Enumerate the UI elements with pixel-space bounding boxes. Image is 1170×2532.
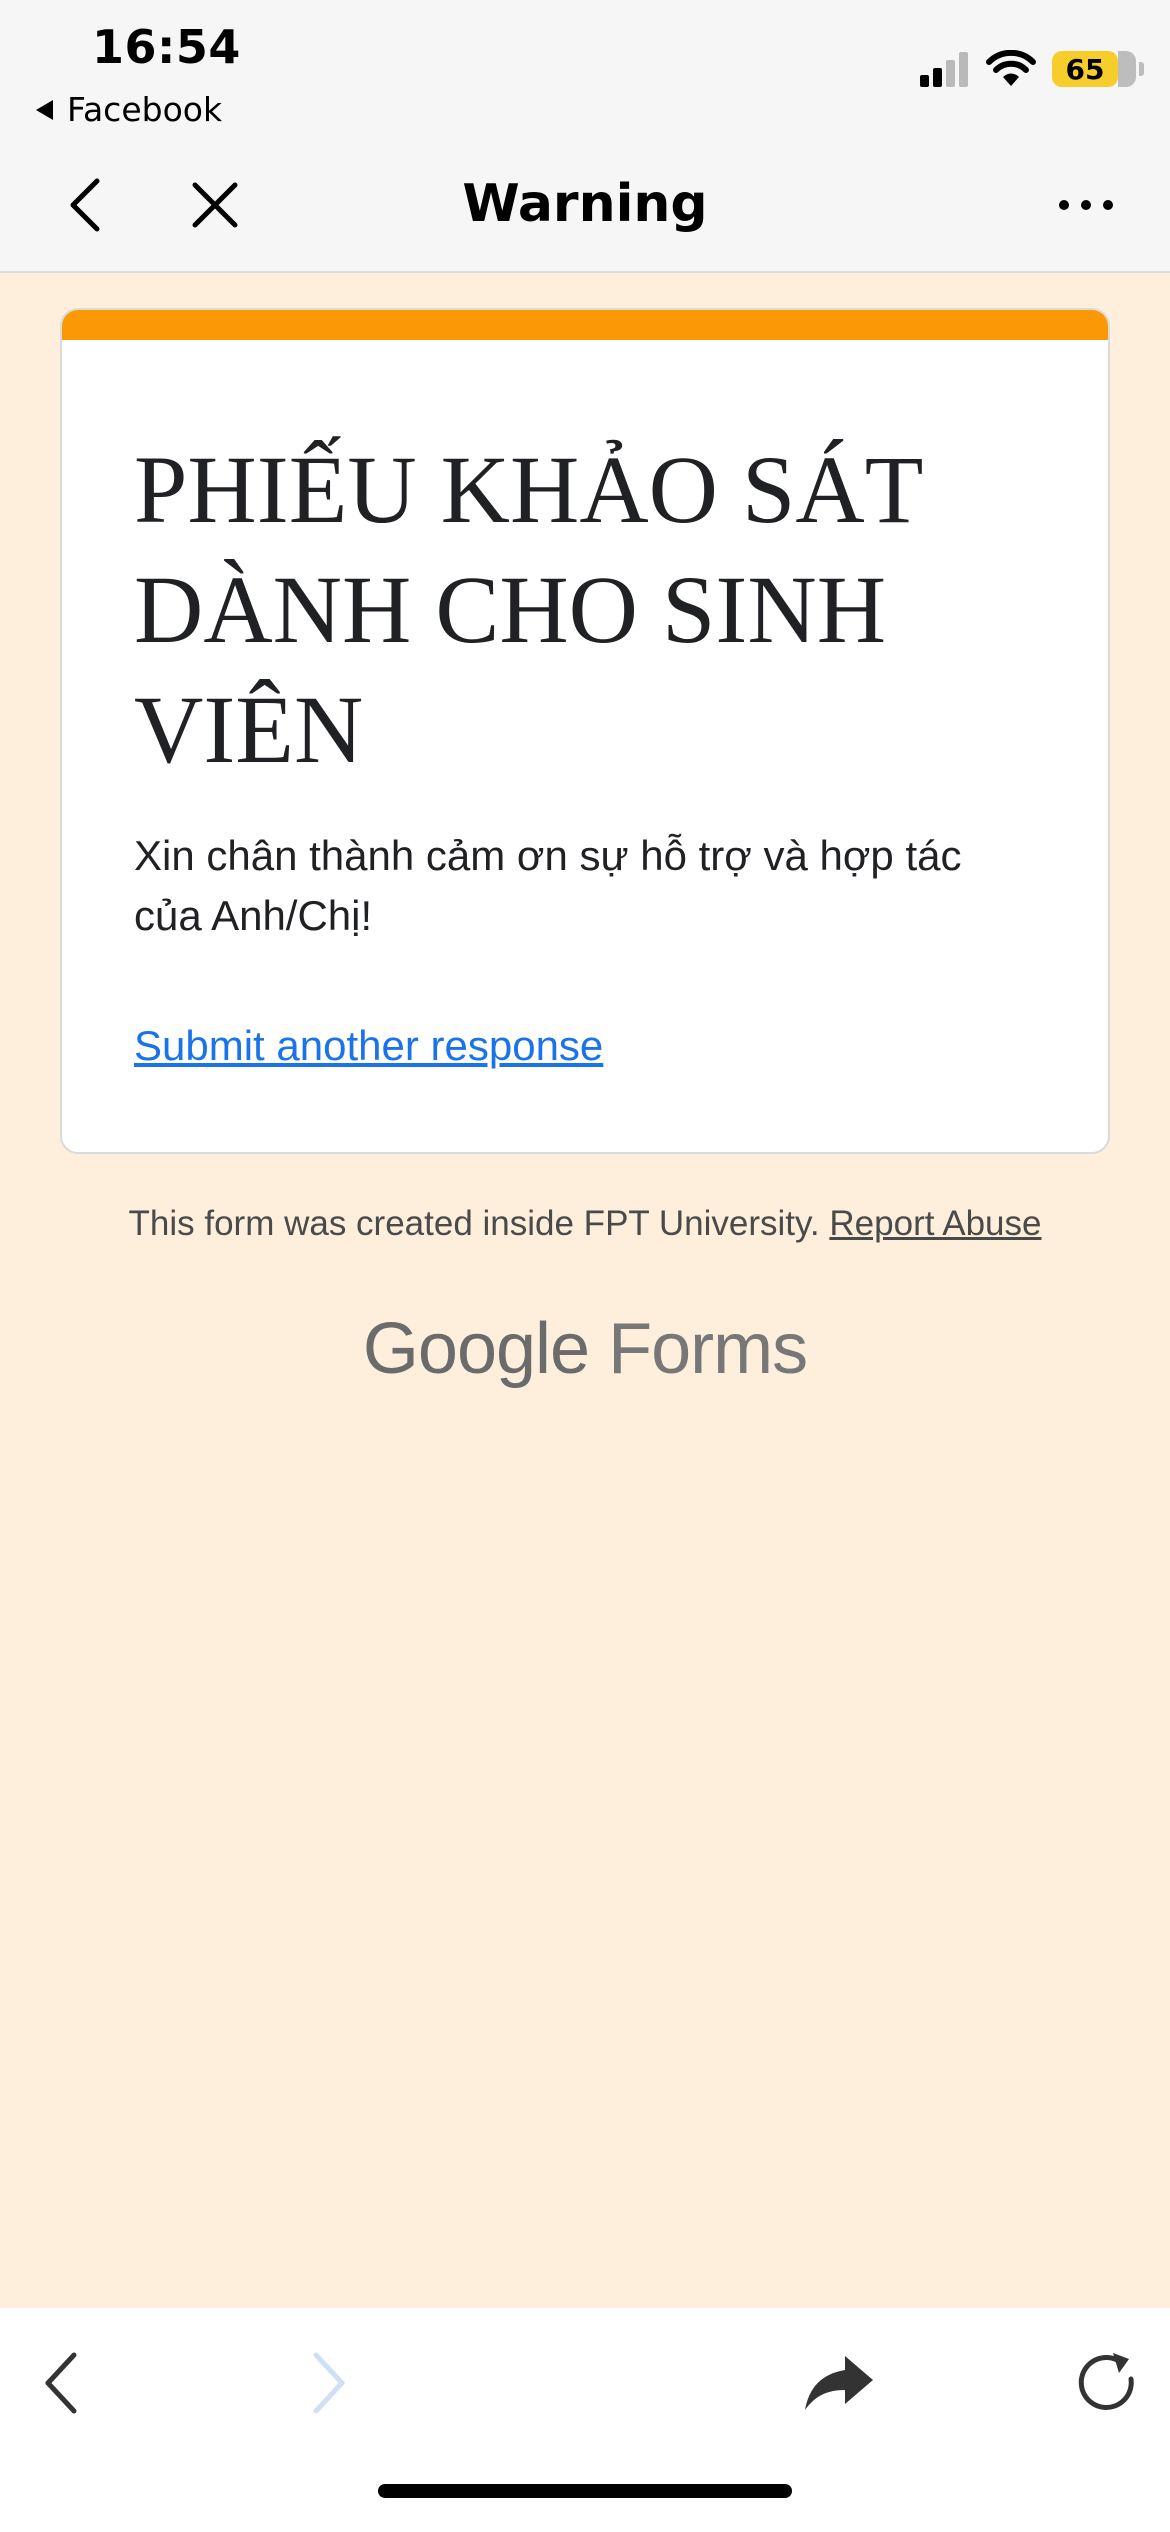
chevron-left-icon xyxy=(45,2352,77,2414)
cellular-signal-icon xyxy=(920,52,968,87)
battery-level: 65 xyxy=(1065,52,1105,86)
back-to-app-link[interactable]: Facebook xyxy=(36,90,222,129)
browser-toolbar xyxy=(0,2308,1170,2532)
reload-button[interactable] xyxy=(1062,2338,1152,2428)
home-indicator xyxy=(378,2484,792,2498)
footer-note-text: This form was created inside FPT Univers… xyxy=(128,1204,820,1243)
back-triangle-icon xyxy=(36,99,53,120)
google-forms-logo: Google Forms xyxy=(0,1308,1170,1390)
reload-icon xyxy=(1078,2353,1134,2410)
share-arrow-icon xyxy=(805,2356,873,2410)
battery-icon: 65 xyxy=(1052,51,1144,87)
report-abuse-link[interactable]: Report Abuse xyxy=(829,1204,1041,1243)
back-app-label: Facebook xyxy=(67,90,223,129)
browser-header: 16:54 Facebook 65 Warning xyxy=(0,0,1170,273)
form-title: PHIẾU KHẢO SÁT DÀNH CHO SINH VIÊN xyxy=(134,436,922,783)
chevron-right-icon xyxy=(313,2352,345,2414)
more-dots-icon xyxy=(1059,200,1113,210)
form-card: PHIẾU KHẢO SÁT DÀNH CHO SINH VIÊN Xin ch… xyxy=(60,308,1110,1154)
page-title: Warning xyxy=(462,174,708,234)
wifi-icon xyxy=(986,50,1036,86)
footer-note: This form was created inside FPT Univers… xyxy=(0,1204,1170,1244)
browser-forward-button[interactable] xyxy=(285,2338,375,2428)
browser-back-button[interactable] xyxy=(15,2338,105,2428)
forms-logo-text: Forms xyxy=(608,1309,808,1389)
status-time: 16:54 xyxy=(92,20,241,74)
status-icons: 65 xyxy=(918,50,1144,88)
card-accent-bar xyxy=(62,310,1108,340)
google-logo-text: Google xyxy=(362,1309,590,1389)
confirmation-message: Xin chân thành cảm ơn sự hỗ trợ và hợp t… xyxy=(134,832,962,939)
more-options-button[interactable] xyxy=(1048,170,1124,240)
submit-another-response-link[interactable]: Submit another response xyxy=(134,1022,603,1070)
share-button[interactable] xyxy=(794,2338,884,2428)
